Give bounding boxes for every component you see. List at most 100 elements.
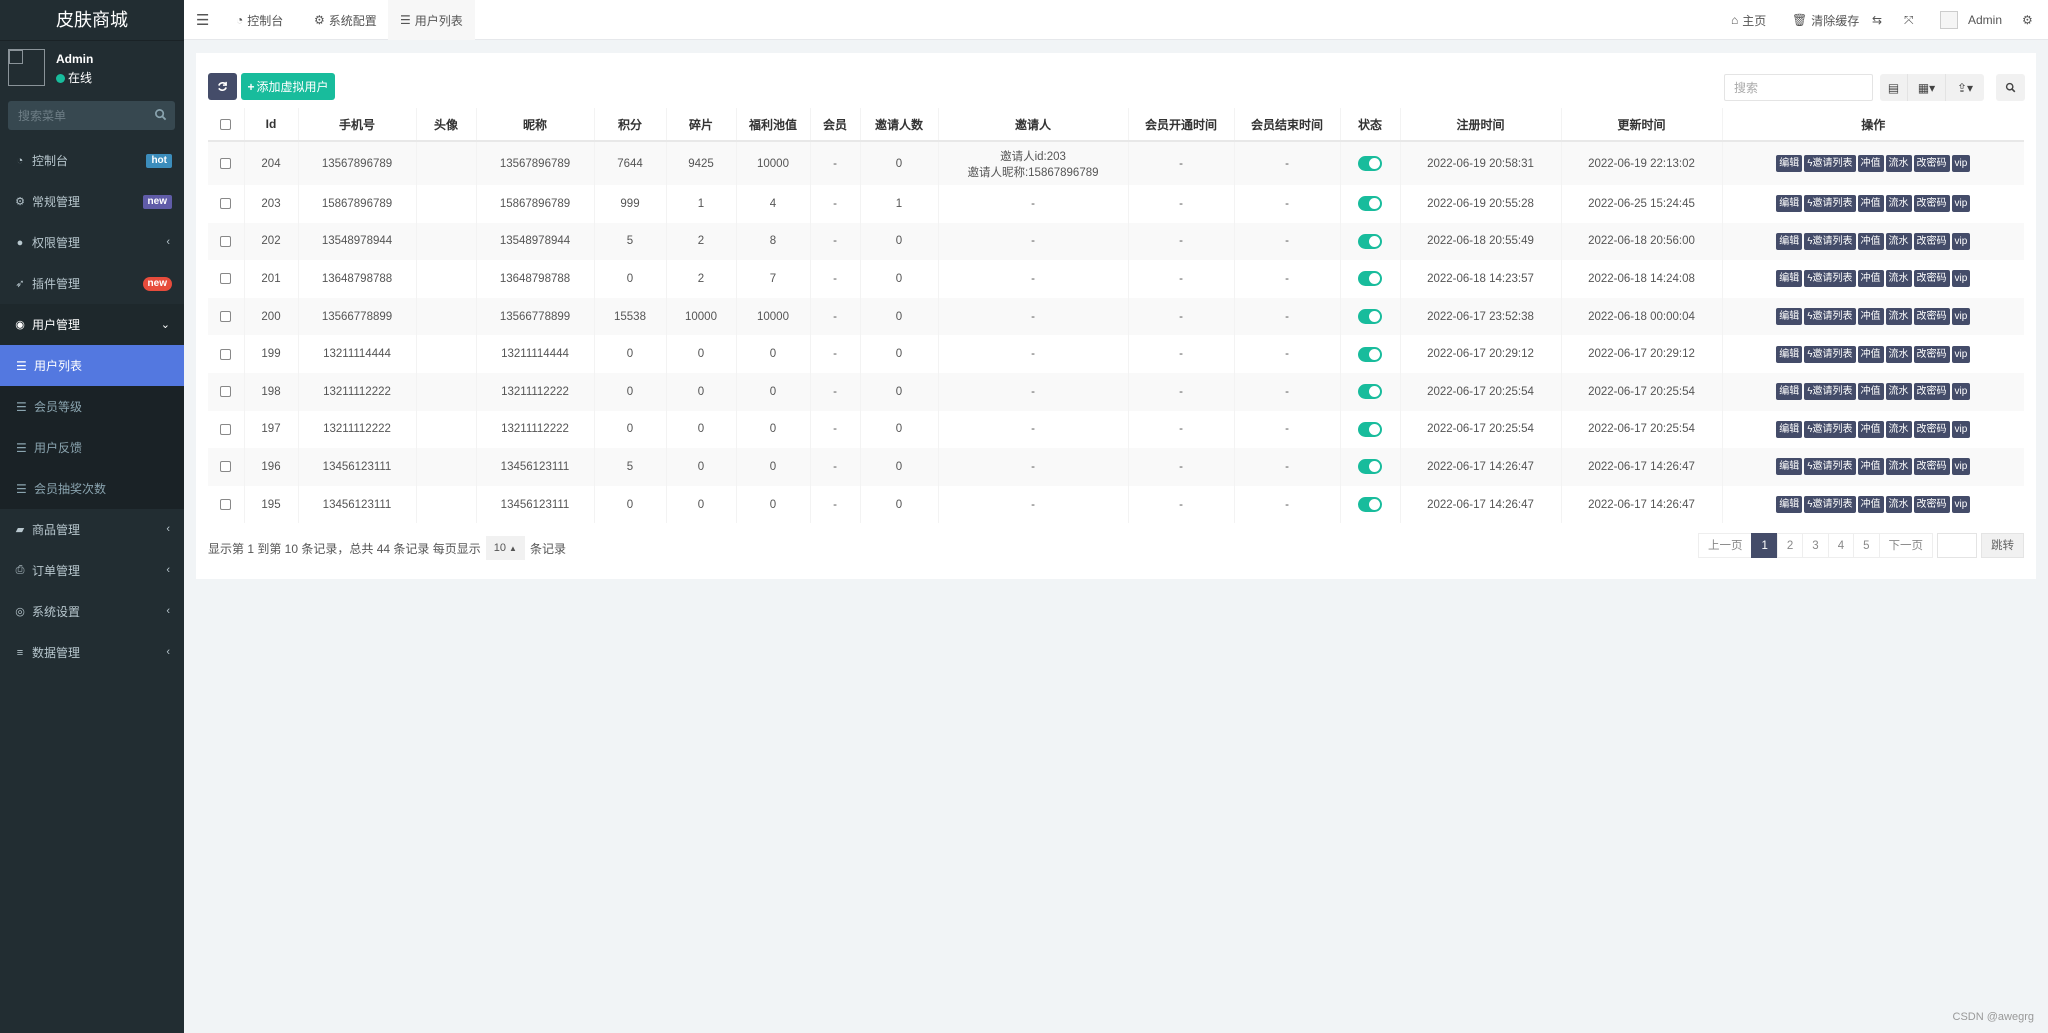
vip-button[interactable]: vip — [1951, 383, 1971, 401]
status-toggle[interactable] — [1358, 346, 1382, 362]
status-toggle[interactable] — [1358, 309, 1382, 325]
page-3[interactable]: 3 — [1802, 533, 1829, 558]
col-header[interactable]: 邀请人数 — [859, 108, 938, 142]
status-toggle[interactable] — [1358, 271, 1382, 287]
status-toggle[interactable] — [1358, 156, 1382, 171]
page-5[interactable]: 5 — [1853, 533, 1880, 558]
ledger-button[interactable]: 流水 — [1885, 345, 1912, 363]
ledger-button[interactable]: 流水 — [1885, 383, 1912, 401]
edit-button[interactable]: 编辑 — [1776, 195, 1803, 213]
page-1[interactable]: 1 — [1751, 533, 1778, 558]
invite-list-button[interactable]: ϟ邀请列表 — [1804, 458, 1856, 476]
sidebar-item-plugins[interactable]: ➶ 插件管理 new — [0, 263, 184, 304]
vip-button[interactable]: vip — [1951, 232, 1971, 250]
col-header[interactable]: 昵称 — [475, 108, 594, 142]
vip-button[interactable]: vip — [1951, 308, 1971, 326]
row-checkbox[interactable] — [208, 222, 244, 261]
next-page-button[interactable]: 下一页 — [1878, 533, 1933, 558]
change-password-button[interactable]: 改密码 — [1913, 496, 1950, 514]
row-checkbox[interactable] — [208, 185, 244, 223]
sidebar-item-lottery[interactable]: ☰ 会员抽奖次数 — [0, 468, 184, 509]
language-icon[interactable]: ⇆ — [1872, 0, 1882, 40]
col-header[interactable]: 会员结束时间 — [1233, 108, 1340, 142]
ledger-button[interactable]: 流水 — [1885, 308, 1912, 326]
brand-logo[interactable]: 皮肤商城 — [0, 0, 184, 41]
recharge-button[interactable]: 冲值 — [1857, 155, 1884, 172]
recharge-button[interactable]: 冲值 — [1857, 458, 1884, 476]
col-header[interactable]: 会员 — [809, 108, 860, 142]
prev-page-button[interactable]: 上一页 — [1697, 533, 1753, 558]
edit-button[interactable]: 编辑 — [1776, 496, 1803, 514]
jump-button[interactable]: 跳转 — [1981, 533, 2024, 558]
status-toggle[interactable] — [1358, 384, 1382, 400]
invite-list-button[interactable]: ϟ邀请列表 — [1804, 420, 1856, 438]
edit-button[interactable]: 编辑 — [1776, 308, 1803, 326]
row-checkbox[interactable] — [208, 260, 244, 298]
add-virtual-user-button[interactable]: + 添加虚拟用户 — [241, 73, 335, 100]
ledger-button[interactable]: 流水 — [1885, 270, 1912, 288]
row-checkbox[interactable] — [208, 297, 244, 336]
change-password-button[interactable]: 改密码 — [1913, 308, 1950, 326]
recharge-button[interactable]: 冲值 — [1857, 345, 1884, 363]
menu-search-input[interactable] — [8, 101, 148, 130]
invite-list-button[interactable]: ϟ邀请列表 — [1804, 232, 1856, 250]
col-header[interactable]: 碎片 — [665, 108, 736, 142]
ledger-button[interactable]: 流水 — [1885, 232, 1912, 250]
sidebar-item-user-list[interactable]: ☰ 用户列表 — [0, 345, 184, 386]
tab-user-list[interactable]: ☰ 用户列表 — [388, 0, 475, 40]
edit-button[interactable]: 编辑 — [1776, 155, 1803, 172]
sidebar-item-settings[interactable]: ◎ 系统设置 ‹ — [0, 591, 184, 632]
col-header[interactable]: 状态 — [1339, 108, 1400, 142]
search-icon[interactable] — [154, 108, 167, 121]
vip-button[interactable]: vip — [1951, 345, 1971, 363]
vip-button[interactable]: vip — [1951, 155, 1971, 172]
edit-button[interactable]: 编辑 — [1776, 458, 1803, 476]
recharge-button[interactable]: 冲值 — [1857, 232, 1884, 250]
vip-button[interactable]: vip — [1951, 270, 1971, 288]
col-header[interactable]: 福利池值 — [735, 108, 810, 142]
change-password-button[interactable]: 改密码 — [1913, 155, 1950, 172]
change-password-button[interactable]: 改密码 — [1913, 383, 1950, 401]
col-header[interactable]: 注册时间 — [1399, 108, 1561, 142]
ledger-button[interactable]: 流水 — [1885, 458, 1912, 476]
recharge-button[interactable]: 冲值 — [1857, 308, 1884, 326]
edit-button[interactable]: 编辑 — [1776, 232, 1803, 250]
refresh-button[interactable] — [208, 73, 237, 100]
fullscreen-icon[interactable]: ⤧ — [1904, 0, 1914, 40]
vip-button[interactable]: vip — [1951, 458, 1971, 476]
sidebar-item-data[interactable]: ≡ 数据管理 ‹ — [0, 632, 184, 673]
page-size-dropdown[interactable]: 10 ▲ — [485, 536, 525, 560]
change-password-button[interactable]: 改密码 — [1913, 232, 1950, 250]
change-password-button[interactable]: 改密码 — [1913, 420, 1950, 438]
recharge-button[interactable]: 冲值 — [1857, 270, 1884, 288]
change-password-button[interactable]: 改密码 — [1913, 270, 1950, 288]
invite-list-button[interactable]: ϟ邀请列表 — [1804, 345, 1856, 363]
recharge-button[interactable]: 冲值 — [1857, 420, 1884, 438]
tab-dashboard[interactable]: ◔ 控制台 — [232, 0, 287, 40]
row-checkbox[interactable] — [208, 372, 244, 411]
menu-toggle-icon[interactable]: ☰ — [196, 0, 209, 40]
select-all-checkbox[interactable] — [208, 108, 244, 142]
status-toggle[interactable] — [1358, 497, 1382, 513]
page-2[interactable]: 2 — [1776, 533, 1804, 558]
admin-menu[interactable]: Admin — [1940, 0, 2002, 40]
tab-system-config[interactable]: ⚙ 系统配置 — [310, 0, 381, 40]
vip-button[interactable]: vip — [1951, 195, 1971, 213]
ledger-button[interactable]: 流水 — [1885, 155, 1912, 172]
status-toggle[interactable] — [1358, 233, 1382, 249]
status-toggle[interactable] — [1358, 421, 1382, 437]
page-4[interactable]: 4 — [1827, 533, 1855, 558]
change-password-button[interactable]: 改密码 — [1913, 345, 1950, 363]
ledger-button[interactable]: 流水 — [1885, 195, 1912, 213]
table-search-input[interactable] — [1724, 74, 1873, 101]
home-link[interactable]: ⌂ 主页 — [1731, 0, 1766, 40]
col-header[interactable]: Id — [243, 108, 298, 142]
invite-list-button[interactable]: ϟ邀请列表 — [1804, 270, 1856, 288]
status-toggle[interactable] — [1358, 459, 1382, 475]
advanced-search-button[interactable] — [1996, 74, 2025, 101]
ledger-button[interactable]: 流水 — [1885, 496, 1912, 514]
col-header[interactable]: 手机号 — [297, 108, 416, 142]
row-checkbox[interactable] — [208, 335, 244, 373]
clear-cache-button[interactable]: 🗑 清除缓存 — [1792, 0, 1859, 40]
sidebar-item-feedback[interactable]: ☰ 用户反馈 — [0, 427, 184, 468]
